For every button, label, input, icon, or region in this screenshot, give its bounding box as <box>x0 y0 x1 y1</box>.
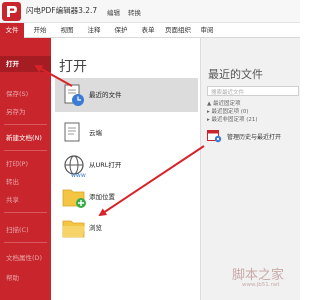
cloud-doc-icon <box>61 120 87 146</box>
recent-files-icon <box>61 82 87 108</box>
recent-search-input[interactable]: 搜索最近文件 <box>207 86 299 96</box>
sidebar-item-help[interactable]: 帮助 <box>0 270 51 286</box>
sidebar-item-scan[interactable]: 扫描(C) <box>0 222 51 238</box>
sidebar-item-save-as[interactable]: 另存为 <box>0 104 51 120</box>
open-option-url[interactable]: www 从URL打开 <box>55 148 198 182</box>
svg-text:www: www <box>71 172 86 178</box>
ribbon-tab-bar: 文件 开始 视图 注释 保护 表单 页面组织 审阅 <box>0 23 300 38</box>
tab-form[interactable]: 表单 <box>138 23 158 38</box>
search-placeholder: 搜索最近文件 <box>211 90 245 96</box>
open-option-add-location[interactable]: 添加位置 <box>55 180 198 214</box>
file-sidebar: 打开 保存(S) 另存为 新建文档(N) 打印(P) 转出 共享 扫描(C) 文… <box>0 38 51 300</box>
sidebar-item-new-document[interactable]: 新建文档(N) <box>0 130 51 146</box>
add-folder-icon <box>61 184 87 210</box>
app-title: 闪电PDF编辑器3.2.7 <box>26 6 98 15</box>
tab-review[interactable]: 审阅 <box>197 23 217 38</box>
open-panel: 打开 最近的文件 云端 www 从URL打开 添加位置 浏览 <box>51 38 200 300</box>
sidebar-item-share[interactable]: 共享 <box>0 192 51 208</box>
watermark: 脚本之家 www.jb51.net <box>230 258 298 298</box>
sidebar-divider <box>4 124 47 125</box>
sidebar-item-properties[interactable]: 文档属性(D) <box>0 250 51 266</box>
tab-view[interactable]: 视图 <box>57 23 77 38</box>
calendar-settings-icon <box>207 129 222 143</box>
manage-history-label: 管理历史与最近打开 <box>227 134 282 141</box>
watermark-main: 脚本之家 <box>232 268 285 283</box>
sidebar-divider <box>4 242 47 243</box>
open-option-cloud[interactable]: 云端 <box>55 116 198 150</box>
sidebar-item-save[interactable]: 保存(S) <box>0 86 51 102</box>
page-title: 打开 <box>59 59 87 75</box>
title-bar: 闪电PDF编辑器3.2.7 编辑 转换 <box>0 0 300 23</box>
open-option-label: 最近的文件 <box>89 91 122 99</box>
recent-files-title: 最近的文件 <box>208 68 263 81</box>
folder-icon <box>61 215 87 241</box>
app-logo-icon <box>2 2 21 21</box>
open-option-label: 浏览 <box>89 224 102 232</box>
open-option-label: 从URL打开 <box>89 161 122 169</box>
sidebar-divider <box>4 212 47 213</box>
open-option-recent[interactable]: 最近的文件 <box>55 78 198 112</box>
sidebar-item-export[interactable]: 转出 <box>0 174 51 190</box>
sidebar-item-open[interactable]: 打开 <box>0 56 51 72</box>
recent-group-pinned-count[interactable]: ▸ 最近固定项 (0) <box>207 107 249 115</box>
open-option-label: 添加位置 <box>89 193 115 201</box>
menu-convert[interactable]: 转换 <box>128 7 141 17</box>
tab-start[interactable]: 开始 <box>30 23 50 38</box>
recent-group-pinned[interactable]: ▲ 最近固定项 <box>207 99 240 107</box>
sidebar-item-print[interactable]: 打印(P) <box>0 156 51 172</box>
tab-protect[interactable]: 保护 <box>111 23 131 38</box>
manage-history-button[interactable]: 管理历史与最近打开 <box>207 126 299 146</box>
sidebar-divider <box>4 150 47 151</box>
open-option-browse[interactable]: 浏览 <box>55 211 198 245</box>
tab-annotate[interactable]: 注释 <box>84 23 104 38</box>
menu-edit[interactable]: 编辑 <box>107 7 120 17</box>
tab-file[interactable]: 文件 <box>0 23 24 38</box>
watermark-sub: www.jb51.net <box>242 282 280 288</box>
recent-group-unpinned[interactable]: ▸ 最近非固定项 (21) <box>207 115 258 123</box>
open-option-label: 云端 <box>89 129 102 137</box>
tab-page-organize[interactable]: 页面组织 <box>162 23 194 38</box>
web-url-icon: www <box>61 152 87 179</box>
